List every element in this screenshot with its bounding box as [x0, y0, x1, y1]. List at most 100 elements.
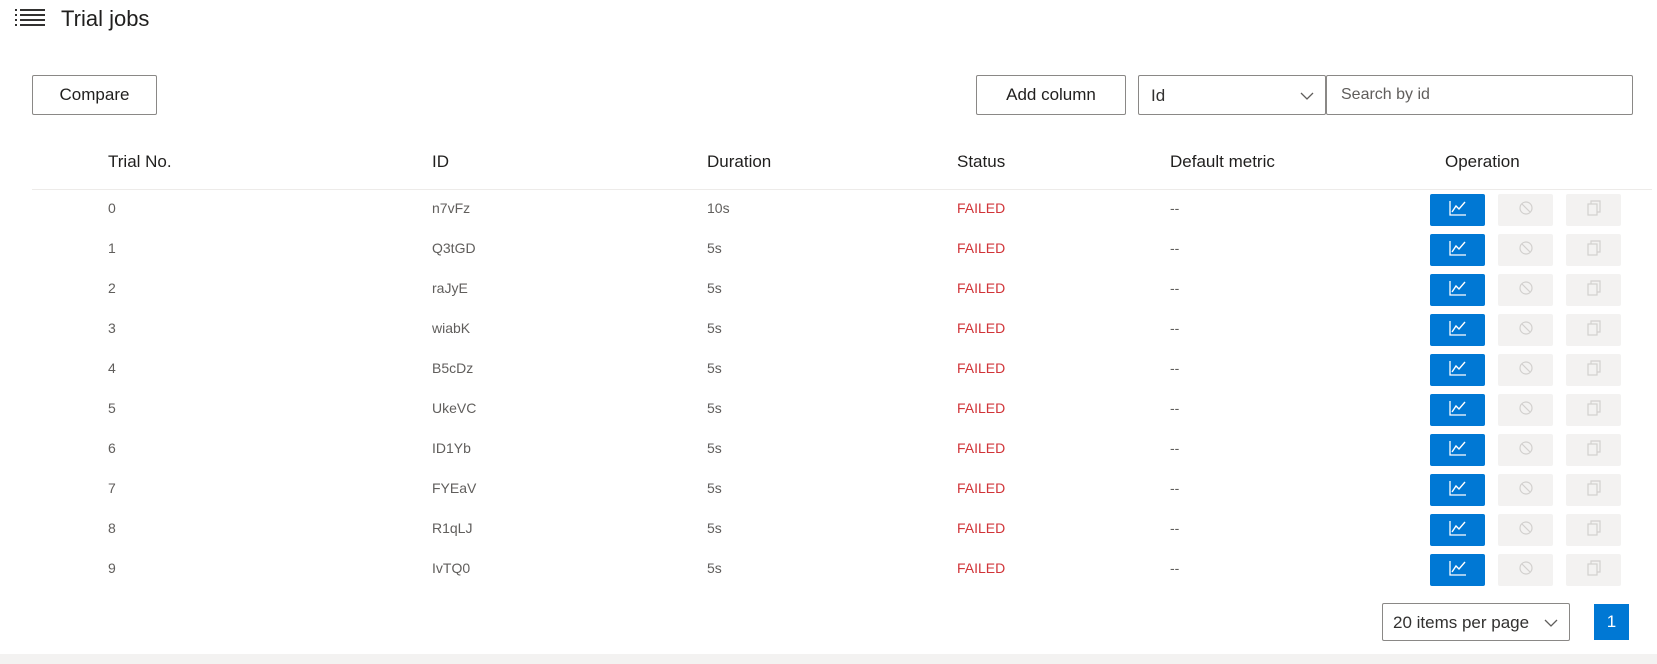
kill-trial-button[interactable]: [1498, 354, 1553, 386]
cell-default-metric: --: [1170, 520, 1180, 536]
copy-icon: [1586, 399, 1602, 421]
cell-trial-no: 9: [108, 560, 116, 576]
page-title: Trial jobs: [61, 6, 150, 31]
compare-button[interactable]: Compare: [32, 75, 157, 115]
cell-default-metric: --: [1170, 280, 1180, 296]
cell-status: FAILED: [957, 360, 1006, 376]
cell-default-metric: --: [1170, 200, 1180, 216]
copy-icon: [1586, 479, 1602, 501]
cell-status: FAILED: [957, 480, 1006, 496]
kill-trial-button[interactable]: [1498, 394, 1553, 426]
copy-icon: [1586, 199, 1602, 221]
kill-trial-button[interactable]: [1498, 194, 1553, 226]
copy-trial-button[interactable]: [1566, 434, 1621, 466]
items-per-page-select[interactable]: 20 items per page: [1382, 603, 1570, 641]
table-row[interactable]: 7 FYEaV 5s FAILED --: [32, 470, 1652, 510]
view-detail-button[interactable]: [1430, 474, 1485, 506]
copy-icon: [1586, 239, 1602, 261]
cell-default-metric: --: [1170, 560, 1180, 576]
trials-table: Trial No. ID Duration Status Default met…: [32, 140, 1652, 590]
kill-trial-button[interactable]: [1498, 434, 1553, 466]
copy-trial-button[interactable]: [1566, 394, 1621, 426]
table-row[interactable]: 6 ID1Yb 5s FAILED --: [32, 430, 1652, 470]
cell-status: FAILED: [957, 520, 1006, 536]
cell-duration: 5s: [707, 240, 722, 256]
table-row[interactable]: 1 Q3tGD 5s FAILED --: [32, 230, 1652, 270]
table-row[interactable]: 9 IvTQ0 5s FAILED --: [32, 550, 1652, 590]
copy-icon: [1586, 319, 1602, 341]
kill-trial-button[interactable]: [1498, 554, 1553, 586]
view-detail-button[interactable]: [1430, 554, 1485, 586]
hamburger-list-icon[interactable]: [15, 8, 45, 28]
copy-icon: [1586, 519, 1602, 541]
cell-default-metric: --: [1170, 360, 1180, 376]
column-header-duration[interactable]: Duration: [707, 152, 771, 172]
chart-icon: [1448, 240, 1467, 261]
cancel-icon: [1518, 240, 1534, 261]
copy-trial-button[interactable]: [1566, 474, 1621, 506]
kill-trial-button[interactable]: [1498, 474, 1553, 506]
cell-default-metric: --: [1170, 320, 1180, 336]
cell-duration: 5s: [707, 360, 722, 376]
cell-trial-no: 8: [108, 520, 116, 536]
kill-trial-button[interactable]: [1498, 274, 1553, 306]
view-detail-button[interactable]: [1430, 354, 1485, 386]
cell-status: FAILED: [957, 280, 1006, 296]
copy-trial-button[interactable]: [1566, 314, 1621, 346]
view-detail-button[interactable]: [1430, 394, 1485, 426]
kill-trial-button[interactable]: [1498, 234, 1553, 266]
chart-icon: [1448, 280, 1467, 301]
copy-trial-button[interactable]: [1566, 234, 1621, 266]
copy-trial-button[interactable]: [1566, 274, 1621, 306]
table-header: Trial No. ID Duration Status Default met…: [32, 140, 1652, 190]
table-row[interactable]: 8 R1qLJ 5s FAILED --: [32, 510, 1652, 550]
chart-icon: [1448, 560, 1467, 581]
cell-duration: 10s: [707, 200, 730, 216]
cancel-icon: [1518, 200, 1534, 221]
cell-status: FAILED: [957, 240, 1006, 256]
cell-default-metric: --: [1170, 400, 1180, 416]
copy-icon: [1586, 359, 1602, 381]
kill-trial-button[interactable]: [1498, 514, 1553, 546]
add-column-button[interactable]: Add column: [976, 75, 1126, 115]
cancel-icon: [1518, 520, 1534, 541]
search-input[interactable]: [1326, 75, 1633, 115]
cancel-icon: [1518, 440, 1534, 461]
view-detail-button[interactable]: [1430, 194, 1485, 226]
copy-trial-button[interactable]: [1566, 514, 1621, 546]
cell-duration: 5s: [707, 480, 722, 496]
copy-trial-button[interactable]: [1566, 554, 1621, 586]
column-header-default-metric[interactable]: Default metric: [1170, 152, 1275, 172]
cancel-icon: [1518, 280, 1534, 301]
page-button-current[interactable]: 1: [1594, 604, 1629, 640]
chart-icon: [1448, 200, 1467, 221]
cell-trial-no: 0: [108, 200, 116, 216]
view-detail-button[interactable]: [1430, 274, 1485, 306]
copy-trial-button[interactable]: [1566, 354, 1621, 386]
chevron-down-icon: [1300, 92, 1314, 100]
chart-icon: [1448, 440, 1467, 461]
items-per-page-value: 20 items per page: [1393, 613, 1530, 632]
search-field-select[interactable]: Id: [1138, 75, 1326, 115]
column-header-id[interactable]: ID: [432, 152, 449, 172]
cell-trial-no: 4: [108, 360, 116, 376]
column-header-trial-no[interactable]: Trial No.: [108, 152, 172, 172]
table-row[interactable]: 4 B5cDz 5s FAILED --: [32, 350, 1652, 390]
cell-status: FAILED: [957, 200, 1006, 216]
cell-id: UkeVC: [432, 400, 477, 416]
table-row[interactable]: 3 wiabK 5s FAILED --: [32, 310, 1652, 350]
cell-duration: 5s: [707, 520, 722, 536]
chevron-down-icon: [1544, 619, 1558, 627]
column-header-status[interactable]: Status: [957, 152, 1005, 172]
table-row[interactable]: 0 n7vFz 10s FAILED --: [32, 190, 1652, 230]
table-row[interactable]: 2 raJyE 5s FAILED --: [32, 270, 1652, 310]
chart-icon: [1448, 320, 1467, 341]
kill-trial-button[interactable]: [1498, 314, 1553, 346]
view-detail-button[interactable]: [1430, 514, 1485, 546]
copy-trial-button[interactable]: [1566, 194, 1621, 226]
cell-default-metric: --: [1170, 240, 1180, 256]
view-detail-button[interactable]: [1430, 234, 1485, 266]
table-row[interactable]: 5 UkeVC 5s FAILED --: [32, 390, 1652, 430]
view-detail-button[interactable]: [1430, 314, 1485, 346]
view-detail-button[interactable]: [1430, 434, 1485, 466]
